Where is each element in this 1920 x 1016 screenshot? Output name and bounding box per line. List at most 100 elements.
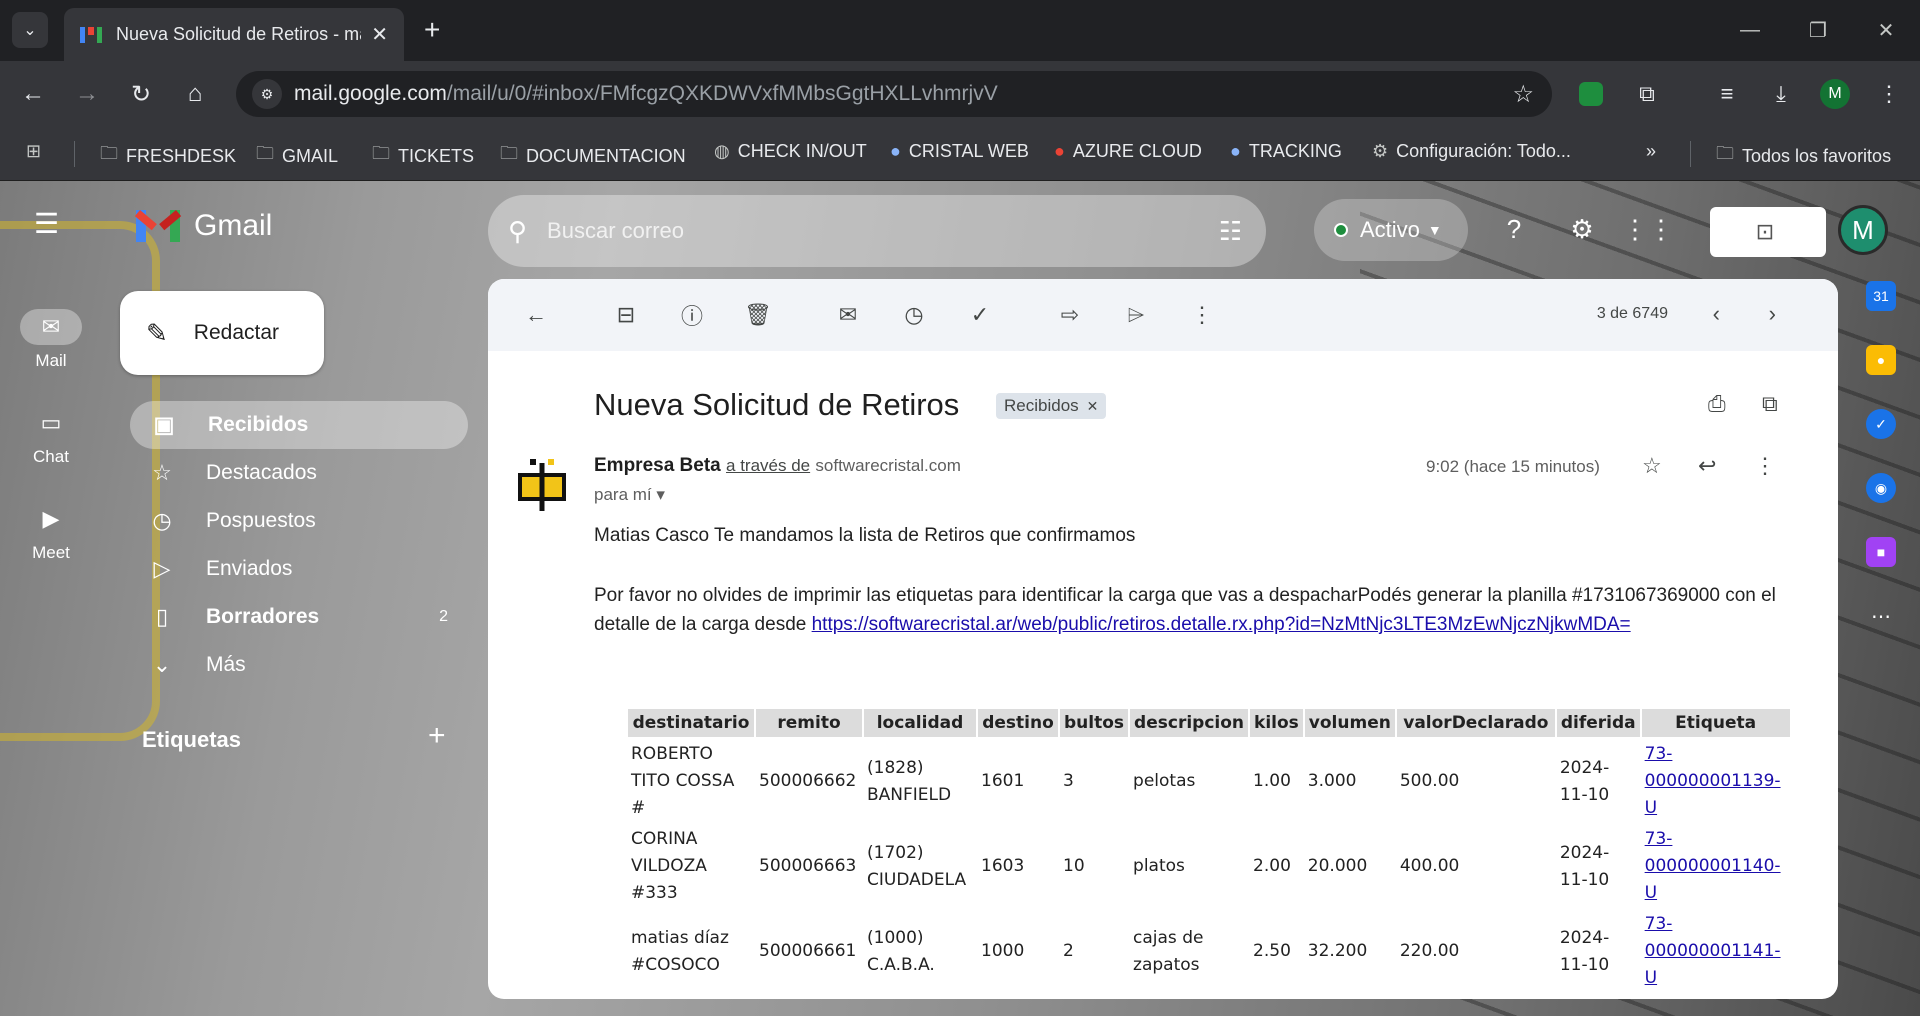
bookmark-cristal[interactable]: ● CRISTAL WEB bbox=[890, 141, 1029, 162]
status-selector[interactable]: Activo ▼ bbox=[1314, 199, 1468, 261]
etiqueta-link[interactable]: 73-000000001139-U bbox=[1645, 744, 1781, 818]
print-icon[interactable]: ⎙ bbox=[1708, 391, 1726, 417]
label-icon[interactable]: ⌲ bbox=[1116, 295, 1156, 335]
contacts-icon[interactable]: ◉ bbox=[1866, 473, 1896, 503]
bookmark-star-icon[interactable]: ☆ bbox=[1512, 80, 1534, 109]
sender-line: Empresa Beta a través de softwarecristal… bbox=[594, 455, 961, 477]
addon-icon[interactable]: ■ bbox=[1866, 537, 1896, 567]
nav-inbox[interactable]: ▣ Recibidos bbox=[130, 401, 468, 449]
account-avatar[interactable]: M bbox=[1838, 205, 1888, 255]
main-menu-icon[interactable]: ☰ bbox=[34, 207, 59, 240]
close-tab-icon[interactable]: ✕ bbox=[371, 22, 388, 47]
nav-more[interactable]: ⌄ Más bbox=[128, 641, 468, 689]
nav-label: Enviados bbox=[206, 557, 293, 580]
snooze-icon[interactable]: ◷ bbox=[894, 295, 934, 335]
bookmark-label: TICKETS bbox=[398, 145, 475, 166]
bookmark-documentacion[interactable]: 🗀 DOCUMENTACION bbox=[500, 141, 686, 171]
report-spam-icon[interactable]: ⓘ bbox=[672, 295, 712, 335]
rail-chat[interactable]: ▭ Chat bbox=[20, 405, 82, 467]
search-options-icon[interactable]: ☷ bbox=[1219, 216, 1242, 247]
back-to-inbox-icon[interactable]: ← bbox=[516, 295, 556, 335]
apps-grid-icon[interactable]: ⊞ bbox=[26, 141, 49, 162]
bookmark-all-favorites[interactable]: 🗀 Todos los favoritos bbox=[1716, 141, 1891, 171]
nav-snoozed[interactable]: ◷ Pospuestos bbox=[128, 497, 468, 545]
media-controls-icon[interactable]: ≡ bbox=[1710, 77, 1744, 111]
search-input[interactable] bbox=[547, 218, 1219, 244]
profile-button[interactable]: M bbox=[1818, 77, 1852, 111]
home-icon[interactable]: ⌂ bbox=[178, 77, 212, 111]
site-info-icon[interactable]: ⚙ bbox=[252, 79, 282, 109]
keep-icon[interactable]: ● bbox=[1866, 345, 1896, 375]
reply-icon[interactable]: ↩ bbox=[1698, 453, 1716, 479]
add-label-icon[interactable]: + bbox=[428, 719, 446, 753]
search-icon[interactable]: ⚲ bbox=[508, 216, 527, 247]
cell-bultos: 2 bbox=[1063, 941, 1074, 961]
move-to-icon[interactable]: ⇨ bbox=[1050, 295, 1090, 335]
more-bookmarks-icon[interactable]: » bbox=[1646, 141, 1656, 162]
compose-label: Redactar bbox=[193, 321, 280, 344]
chat-icon: ▭ bbox=[40, 410, 62, 435]
cell-diferida: 2024-11-10 bbox=[1559, 927, 1610, 975]
bookmark-azure[interactable]: ● AZURE CLOUD bbox=[1054, 141, 1202, 162]
tasks-icon[interactable]: ✓ bbox=[1866, 409, 1896, 439]
remove-label-icon[interactable]: ✕ bbox=[1087, 398, 1099, 415]
bookmark-tickets[interactable]: 🗀 TICKETS bbox=[372, 141, 474, 171]
mark-unread-icon[interactable]: ✉ bbox=[828, 295, 868, 335]
via-link[interactable]: a través de bbox=[726, 456, 810, 475]
apps-grid-icon[interactable]: ⋮⋮ bbox=[1622, 211, 1674, 247]
new-tab-button[interactable]: + bbox=[424, 14, 440, 46]
bookmark-label: FRESHDESK bbox=[126, 145, 237, 166]
back-icon[interactable]: ← bbox=[16, 77, 50, 111]
forward-icon[interactable]: → bbox=[70, 77, 104, 111]
message-more-icon[interactable]: ⋮ bbox=[1754, 453, 1776, 479]
company-logo[interactable]: ⊡ bbox=[1710, 207, 1826, 257]
compose-button[interactable]: ✎ Redactar bbox=[120, 291, 324, 375]
column-header: valorDeclarado bbox=[1394, 707, 1557, 739]
calendar-icon[interactable]: 31 bbox=[1866, 281, 1896, 311]
more-actions-icon[interactable]: ⋮ bbox=[1182, 295, 1222, 335]
settings-gear-icon[interactable]: ⚙ bbox=[1564, 211, 1600, 247]
close-window-icon[interactable]: ✕ bbox=[1852, 0, 1920, 61]
star-message-icon[interactable]: ☆ bbox=[1642, 453, 1662, 479]
bookmark-label: CHECK IN/OUT bbox=[737, 141, 867, 161]
add-task-icon[interactable]: ✓ bbox=[960, 295, 1000, 335]
nav-starred[interactable]: ☆ Destacados bbox=[128, 449, 468, 497]
bookmark-freshdesk[interactable]: 🗀 FRESHDESK bbox=[100, 141, 236, 171]
menu-dots-icon[interactable]: ⋮ bbox=[1872, 77, 1906, 111]
nav-drafts[interactable]: ▯ Borradores 2 bbox=[128, 593, 468, 641]
older-icon[interactable]: › bbox=[1769, 301, 1776, 327]
minimize-icon[interactable]: — bbox=[1716, 0, 1784, 61]
delete-icon[interactable]: 🗑 bbox=[738, 295, 778, 335]
bookmark-config[interactable]: ⚙ Configuración: Todo... bbox=[1372, 141, 1571, 162]
restore-icon[interactable]: ❐ bbox=[1784, 0, 1852, 61]
extensions-puzzle-icon[interactable]: ⧉ bbox=[1630, 77, 1664, 111]
tab-search-button[interactable]: ⌄ bbox=[12, 12, 48, 48]
extension-green-icon[interactable] bbox=[1574, 77, 1608, 111]
bookmark-checkin[interactable]: ◍ CHECK IN/OUT bbox=[714, 141, 867, 162]
etiqueta-link[interactable]: 73-000000001140-U bbox=[1645, 829, 1781, 903]
inbox-label-chip[interactable]: Recibidos ✕ bbox=[996, 393, 1107, 419]
etiqueta-link[interactable]: 73-000000001141-U bbox=[1645, 914, 1781, 988]
more-addons-icon[interactable]: ⋯ bbox=[1866, 601, 1896, 631]
bookmark-gmail[interactable]: 🗀 GMAIL bbox=[256, 141, 338, 171]
reload-icon[interactable]: ↻ bbox=[124, 77, 158, 111]
caret-down-icon: ▾ bbox=[656, 485, 665, 504]
gmail-logo[interactable]: Gmail bbox=[134, 209, 272, 243]
newer-icon[interactable]: ‹ bbox=[1713, 301, 1720, 327]
address-bar[interactable]: ⚙ mail.google.com/mail/u/0/#inbox/FMfcgz… bbox=[236, 71, 1552, 117]
message-panel: ← ⊟ ⓘ 🗑 ✉ ◷ ✓ ⇨ ⌲ ⋮ 3 de 6749 ‹ › Nueva … bbox=[488, 279, 1838, 999]
bookmark-tracking[interactable]: ● TRACKING bbox=[1230, 141, 1342, 162]
rail-mail[interactable]: ✉ Mail bbox=[20, 309, 82, 371]
cell-remito: 500006661 bbox=[759, 941, 857, 961]
recipient-details[interactable]: para mí ▾ bbox=[594, 485, 665, 505]
browser-tab-active[interactable]: Nueva Solicitud de Retiros - ma ✕ bbox=[64, 8, 404, 61]
sender-name[interactable]: Empresa Beta bbox=[594, 455, 721, 476]
open-new-window-icon[interactable]: ⧉ bbox=[1762, 391, 1778, 417]
gmail-app: ☰ Gmail ⚲ ☷ Activo ▼ ? ⚙ ⋮⋮ ⊡ M ✉ Mail ▭… bbox=[0, 181, 1920, 1016]
archive-icon[interactable]: ⊟ bbox=[606, 295, 646, 335]
detail-link[interactable]: https://softwarecristal.ar/web/public/re… bbox=[812, 614, 1631, 635]
help-icon[interactable]: ? bbox=[1496, 211, 1532, 247]
nav-sent[interactable]: ▷ Enviados bbox=[128, 545, 468, 593]
download-icon[interactable]: ⤓ bbox=[1764, 77, 1798, 111]
rail-meet[interactable]: ▶ Meet bbox=[20, 501, 82, 563]
